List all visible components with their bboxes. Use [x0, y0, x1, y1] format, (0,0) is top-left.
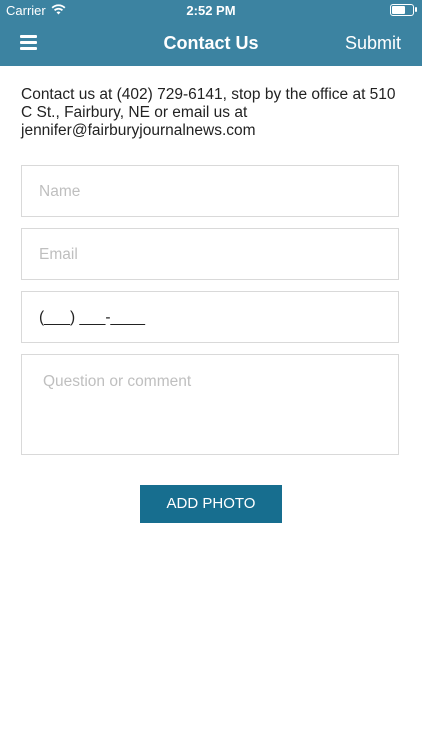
- status-right: [390, 4, 417, 16]
- comment-placeholder: Question or comment: [43, 373, 192, 390]
- submit-button[interactable]: Submit: [345, 33, 401, 54]
- status-time: 2:52 PM: [186, 3, 236, 18]
- email-placeholder: Email: [39, 246, 78, 263]
- battery-level: [392, 6, 405, 14]
- contact-us-screen: Carrier 2:52 PM Contact Us Submit Contac…: [0, 0, 422, 750]
- add-photo-button[interactable]: ADD PHOTO: [140, 485, 282, 523]
- battery-icon: [390, 4, 417, 16]
- contact-intro-text: Contact us at (402) 729-6141, stop by th…: [21, 86, 396, 139]
- phone-value: (___) ___-____: [39, 309, 145, 326]
- comment-field[interactable]: Question or comment: [21, 354, 399, 455]
- phone-field[interactable]: (___) ___-____: [21, 291, 399, 343]
- name-field[interactable]: Name: [21, 165, 399, 217]
- status-bar: Carrier 2:52 PM: [0, 0, 422, 22]
- top-bar: Carrier 2:52 PM Contact Us Submit: [0, 0, 422, 66]
- email-field[interactable]: Email: [21, 228, 399, 280]
- navigation-bar: Contact Us Submit: [0, 22, 422, 66]
- name-placeholder: Name: [39, 183, 81, 200]
